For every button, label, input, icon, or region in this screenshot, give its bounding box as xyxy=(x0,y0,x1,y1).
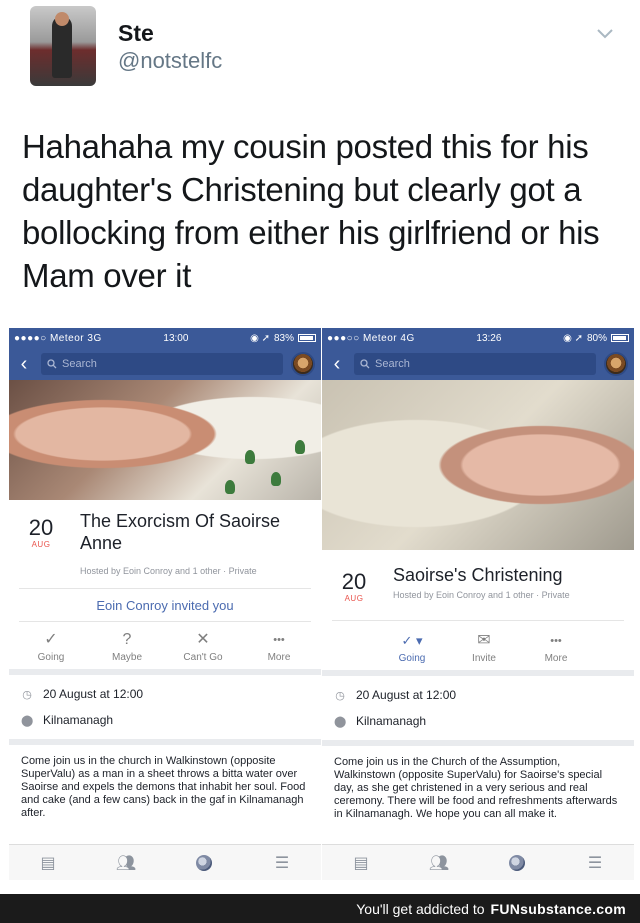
event-hosted-by[interactable]: Hosted by Eoin Conroy and 1 other · Priv… xyxy=(80,566,257,576)
location-pin-icon: ⬤ xyxy=(334,715,347,728)
invite-button[interactable]: ✉ Invite xyxy=(454,631,514,664)
clock-icon: ◷ xyxy=(22,688,32,701)
search-input[interactable]: Search xyxy=(41,353,283,375)
friends-tab-icon[interactable]: 👥︎ xyxy=(427,852,451,874)
event-info: ◷ 20 August at 12:00 ⬤ Kilnamanagh xyxy=(9,669,321,739)
news-feed-tab-icon[interactable]: ▤ xyxy=(349,852,373,874)
question-icon: ? xyxy=(122,631,132,648)
carrier-signal: ●●●●○ Meteor 3G xyxy=(14,332,102,344)
bottom-tab-bar: ▤ 👥︎ ☰ xyxy=(322,844,634,880)
event-info: ◷ 20 August at 12:00 ⬤ Kilnamanagh xyxy=(322,670,634,740)
event-time-row[interactable]: ◷ 20 August at 12:00 xyxy=(21,681,309,707)
chevron-down-icon[interactable] xyxy=(595,23,615,43)
back-arrow-icon[interactable]: ‹ xyxy=(15,354,33,374)
more-button[interactable]: ••• More xyxy=(526,631,586,664)
event-hosted-by[interactable]: Hosted by Eoin Conroy and 1 other · Priv… xyxy=(393,590,570,600)
rsvp-actions: ✓ ▾ Going ✉ Invite ••• More xyxy=(332,620,624,670)
battery-icon xyxy=(297,334,316,342)
news-feed-tab-icon[interactable]: ▤ xyxy=(36,852,60,874)
search-input[interactable]: Search xyxy=(354,353,596,375)
location-icon: ◉ ➚ xyxy=(250,332,270,344)
event-location-row[interactable]: ⬤ Kilnamanagh xyxy=(21,707,309,733)
footer-text: You'll get addicted to xyxy=(356,900,485,917)
event-location: Kilnamanagh xyxy=(43,713,114,727)
clock-icon: ◷ xyxy=(335,689,345,702)
page-profile-icon[interactable] xyxy=(604,352,628,376)
footer-watermark: You'll get addicted to FUNsubstance.com xyxy=(0,894,640,923)
event-time-row[interactable]: ◷ 20 August at 12:00 xyxy=(334,682,622,708)
nav-bar: ‹ Search xyxy=(322,348,634,380)
globe-tab-icon[interactable] xyxy=(192,852,216,874)
event-description: Come join us in the Church of the Assump… xyxy=(322,740,634,831)
globe-tab-icon[interactable] xyxy=(505,852,529,874)
status-time: 13:26 xyxy=(476,332,502,344)
tweet-header: Ste @notstelfc xyxy=(0,0,640,120)
event-header: 20 AUG Saoirse's Christening Hosted by E… xyxy=(322,550,634,620)
event-month: AUG xyxy=(31,540,51,549)
location-pin-icon: ⬤ xyxy=(21,714,34,727)
search-icon xyxy=(47,359,57,369)
more-dots-icon: ••• xyxy=(550,635,562,647)
avatar[interactable] xyxy=(30,6,96,86)
close-icon: ✕ xyxy=(196,631,210,648)
screenshot-left: ●●●●○ Meteor 3G 13:00 ◉ ➚ 83% ‹ Search 2… xyxy=(9,328,321,880)
event-time: 20 August at 12:00 xyxy=(43,687,144,701)
event-date-badge: 20 AUG xyxy=(21,515,61,550)
event-month: AUG xyxy=(344,594,364,603)
bottom-tab-bar: ▤ 👥︎ ☰ xyxy=(9,844,321,880)
envelope-icon: ✉ xyxy=(477,632,491,649)
battery-percent: 83% xyxy=(273,332,294,344)
status-time: 13:00 xyxy=(163,332,189,344)
nav-bar: ‹ Search xyxy=(9,348,321,380)
status-bar: ●●●○○ Meteor 4G 13:26 ◉ ➚ 80% xyxy=(322,328,634,348)
invited-banner[interactable]: Eoin Conroy invited you xyxy=(19,588,311,622)
check-dropdown-icon: ✓ ▾ xyxy=(401,633,423,648)
friends-tab-icon[interactable]: 👥︎ xyxy=(114,852,138,874)
tweet-author-name[interactable]: Ste xyxy=(118,20,154,47)
status-bar: ●●●●○ Meteor 3G 13:00 ◉ ➚ 83% xyxy=(9,328,321,348)
search-placeholder: Search xyxy=(62,358,97,370)
check-icon: ✓ xyxy=(44,631,58,648)
event-description: Come join us in the church in Walkinstow… xyxy=(9,739,321,830)
tweet-text: Hahahaha my cousin posted this for his d… xyxy=(22,128,600,294)
event-date-badge: 20 AUG xyxy=(334,569,374,604)
going-button[interactable]: ✓ Going xyxy=(21,630,81,663)
rsvp-actions: ✓ Going ? Maybe ✕ Can't Go ••• More xyxy=(9,622,321,669)
menu-tab-icon[interactable]: ☰ xyxy=(583,852,607,874)
menu-tab-icon[interactable]: ☰ xyxy=(270,852,294,874)
battery-icon xyxy=(610,334,629,342)
event-location: Kilnamanagh xyxy=(356,714,427,728)
event-cover-photo xyxy=(322,380,634,550)
maybe-button[interactable]: ? Maybe xyxy=(97,630,157,663)
footer-brand[interactable]: FUNsubstance.com xyxy=(491,901,627,917)
event-day: 20 xyxy=(341,569,367,594)
carrier-signal: ●●●○○ Meteor 4G xyxy=(327,332,415,344)
avatar-head xyxy=(55,12,69,26)
event-time: 20 August at 12:00 xyxy=(356,688,457,702)
page-profile-icon[interactable] xyxy=(291,352,315,376)
search-icon xyxy=(360,359,370,369)
cant-go-button[interactable]: ✕ Can't Go xyxy=(173,630,233,663)
event-location-row[interactable]: ⬤ Kilnamanagh xyxy=(334,708,622,734)
more-dots-icon: ••• xyxy=(273,634,285,646)
event-cover-photo xyxy=(9,380,321,500)
screenshot-right: ●●●○○ Meteor 4G 13:26 ◉ ➚ 80% ‹ Search 2… xyxy=(322,328,634,880)
back-arrow-icon[interactable]: ‹ xyxy=(328,354,346,374)
going-button[interactable]: ✓ ▾ Going xyxy=(382,631,442,664)
search-placeholder: Search xyxy=(375,358,410,370)
event-title: The Exorcism Of Saoirse Anne xyxy=(80,511,281,553)
event-day: 20 xyxy=(28,515,54,540)
location-icon: ◉ ➚ xyxy=(563,332,583,344)
event-title: Saoirse's Christening xyxy=(393,565,563,585)
tweet-author-handle[interactable]: @notstelfc xyxy=(118,48,222,74)
event-header: 20 AUG The Exorcism Of Saoirse Anne Host… xyxy=(9,500,321,588)
more-button[interactable]: ••• More xyxy=(249,630,309,663)
battery-percent: 80% xyxy=(586,332,607,344)
